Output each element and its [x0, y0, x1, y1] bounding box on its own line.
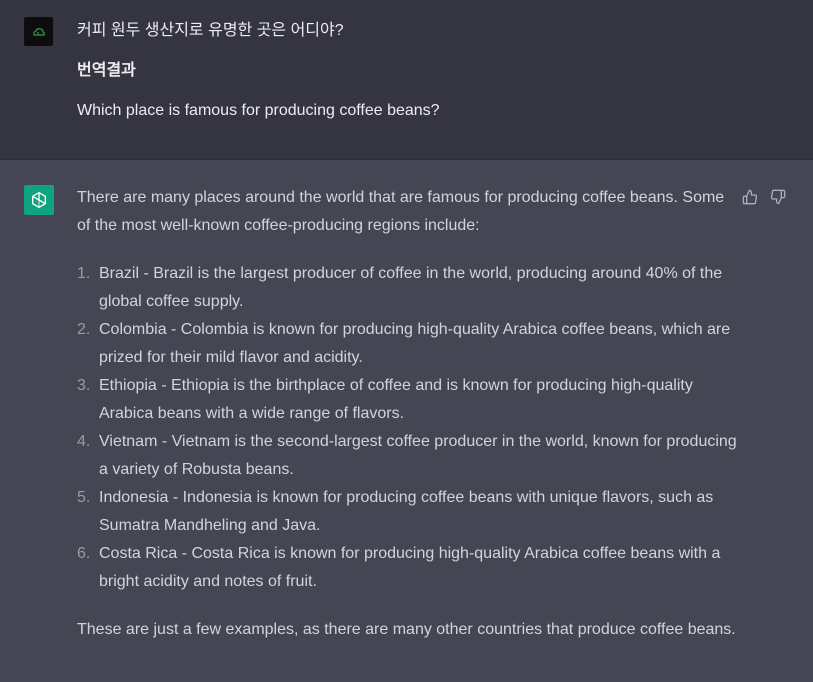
openai-logo-icon [24, 185, 54, 215]
list-number: 4. [77, 433, 91, 450]
assistant-intro: There are many places around the world t… [77, 189, 725, 234]
list-number: 3. [77, 377, 91, 394]
coffee-regions-list: 1. Brazil - Brazil is the largest produce… [77, 260, 737, 596]
list-item-text: Colombia - Colombia is known for produci… [99, 321, 731, 366]
assistant-closing: These are just a few examples, as there … [77, 621, 736, 638]
thumbs-up-icon[interactable] [741, 188, 759, 206]
list-item-text: Ethiopia - Ethiopia is the birthplace of… [99, 377, 693, 422]
list-number: 1. [77, 265, 91, 282]
list-item-text: Vietnam - Vietnam is the second-largest … [99, 433, 737, 478]
list-item-text: Indonesia - Indonesia is known for produ… [99, 489, 714, 534]
thumbs-down-icon[interactable] [769, 188, 787, 206]
user-message: 커피 원두 생산지로 유명한 곳은 어디야? 번역결과 Which place … [0, 0, 813, 160]
list-item: 6. Costa Rica - Costa Rica is known for p… [77, 540, 737, 596]
list-item: 2. Colombia - Colombia is known for produ… [77, 316, 737, 372]
list-item: 1. Brazil - Brazil is the largest produce… [77, 260, 737, 316]
list-item: 4. Vietnam - Vietnam is the second-larges… [77, 428, 737, 484]
user-message-text: 커피 원두 생산지로 유명한 곳은 어디야? 번역결과 Which place … [77, 20, 757, 122]
list-item-text: Brazil - Brazil is the largest producer … [99, 265, 723, 310]
assistant-message: There are many places around the world t… [0, 160, 813, 682]
list-number: 5. [77, 489, 91, 506]
list-item-text: Costa Rica - Costa Rica is known for pro… [99, 545, 721, 590]
list-number: 2. [77, 321, 91, 338]
list-item: 3. Ethiopia - Ethiopia is the birthplace … [77, 372, 737, 428]
user-question: 커피 원두 생산지로 유명한 곳은 어디야? [77, 22, 344, 39]
list-number: 6. [77, 545, 91, 562]
assistant-message-text: There are many places around the world t… [77, 184, 737, 644]
translation-heading: 번역결과 [77, 62, 136, 79]
user-avatar-icon [24, 17, 53, 46]
translation-text: Which place is famous for producing coff… [77, 102, 440, 119]
list-item: 5. Indonesia - Indonesia is known for pro… [77, 484, 737, 540]
